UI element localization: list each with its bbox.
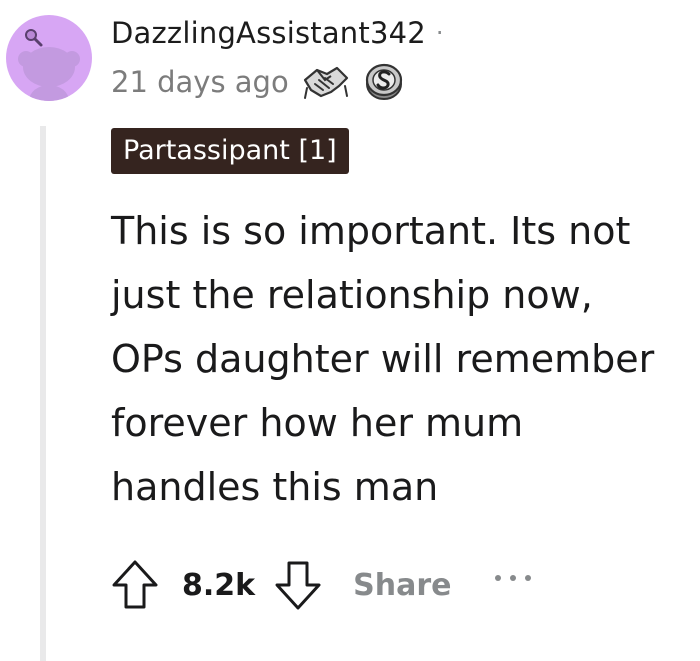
user-flair: Partassipant [1]: [111, 128, 349, 174]
comment-body-line: OPs daughter will remember: [111, 337, 655, 381]
more-dot: [525, 575, 532, 581]
meta-row: 21 days ago: [111, 60, 405, 104]
more-options-button[interactable]: [495, 565, 532, 605]
more-dot: [495, 575, 502, 581]
vote-count: 8.2k: [182, 567, 256, 603]
author-row: DazzlingAssistant342 ·: [111, 13, 444, 53]
timestamp[interactable]: 21 days ago: [111, 65, 289, 99]
meta-separator: ·: [435, 19, 444, 47]
comment: DazzlingAssistant342 · 21 days ago Parta…: [0, 0, 700, 661]
comment-body: This is so important. Its not just the r…: [111, 199, 696, 519]
handshake-award-icon[interactable]: [301, 62, 351, 102]
comment-body-line: forever how her mum: [111, 401, 524, 445]
thread-line[interactable]: [40, 126, 46, 661]
avatar[interactable]: [6, 15, 92, 101]
comment-body-line: just the relationship now,: [111, 273, 593, 317]
upvote-button[interactable]: [106, 556, 164, 614]
downvote-arrow-icon: [275, 561, 321, 610]
username-link[interactable]: DazzlingAssistant342: [111, 16, 426, 50]
silver-award-icon[interactable]: [363, 62, 405, 102]
comment-body-line: handles this man: [111, 465, 439, 509]
comment-body-line: This is so important. Its not: [111, 209, 631, 253]
comment-actions: 8.2k Share: [106, 555, 532, 615]
more-dot: [510, 575, 517, 581]
upvote-arrow-icon: [112, 560, 158, 609]
share-button[interactable]: Share: [353, 568, 451, 603]
downvote-button[interactable]: [269, 556, 327, 614]
